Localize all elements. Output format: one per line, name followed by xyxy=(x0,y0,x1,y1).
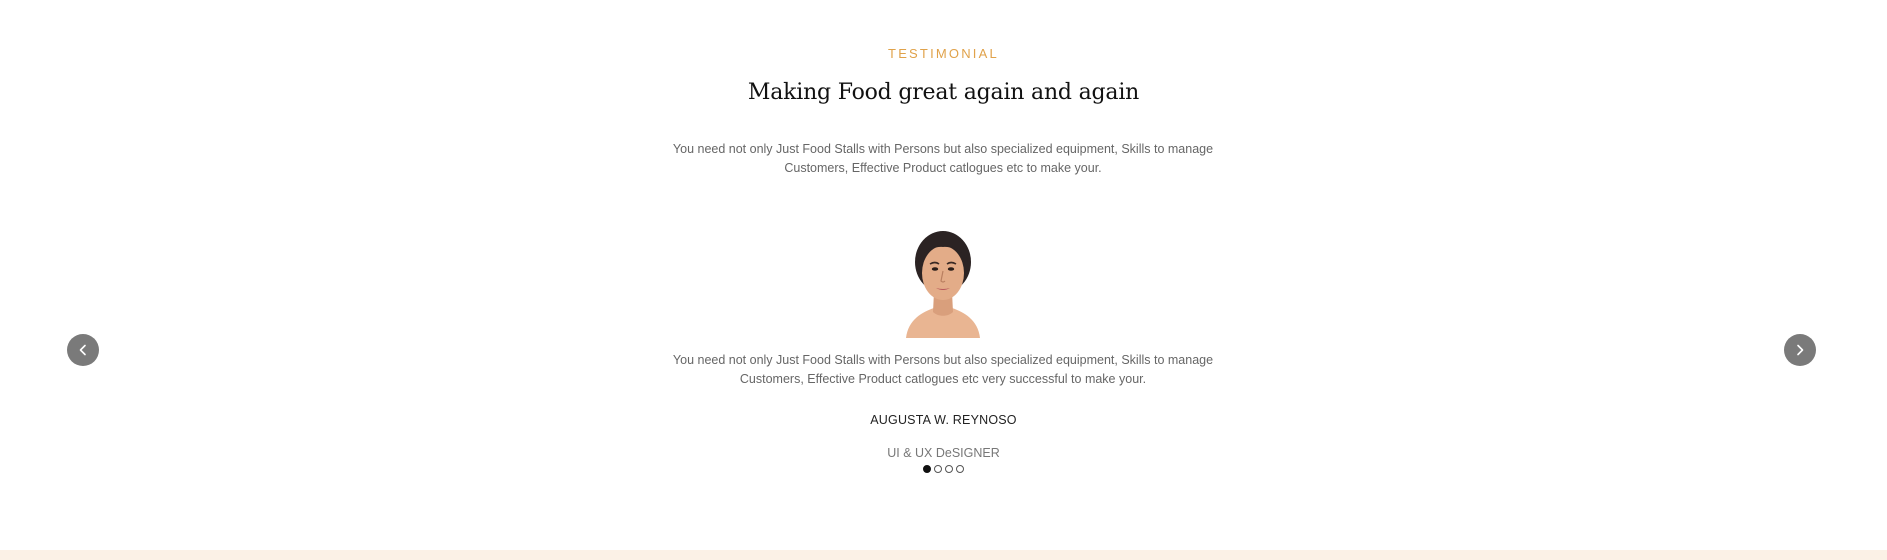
carousel-prev-button[interactable] xyxy=(67,334,99,366)
chevron-right-icon xyxy=(1797,344,1804,356)
chevron-left-icon xyxy=(79,344,86,356)
section-title: Making Food great again and again xyxy=(747,80,1140,105)
carousel-next-button[interactable] xyxy=(1784,334,1816,366)
author-role: UI & UX DeSIGNER xyxy=(887,446,1000,460)
carousel-pagination xyxy=(0,465,1887,473)
carousel-dot-4[interactable] xyxy=(956,465,964,473)
footer-band xyxy=(0,550,1887,560)
section-eyebrow: TESTIMONIAL xyxy=(888,46,999,61)
section-intro: You need not only Just Food Stalls with … xyxy=(672,142,1214,175)
testimonial-section: TESTIMONIAL Making Food great again and … xyxy=(0,0,1887,560)
carousel-dot-2[interactable] xyxy=(934,465,942,473)
avatar xyxy=(906,231,980,338)
carousel-dot-3[interactable] xyxy=(945,465,953,473)
testimonial-quote: You need not only Just Food Stalls with … xyxy=(672,353,1214,386)
author-name: AUGUSTA W. REYNOSO xyxy=(870,413,1017,427)
carousel-dot-1[interactable] xyxy=(923,465,931,473)
